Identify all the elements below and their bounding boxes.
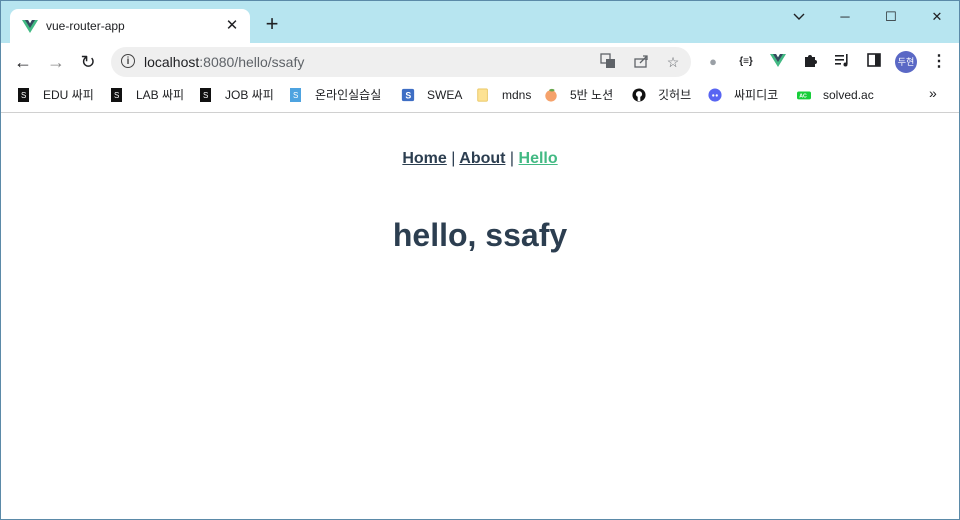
bookmark-label: SWEA [427, 88, 463, 102]
ssafy-icon: S [18, 87, 29, 102]
close-window-button[interactable]: ✕ [923, 7, 951, 27]
ssafy-blue-icon: S [290, 87, 301, 102]
bookmark-notion[interactable]: 5반 노션 [544, 85, 613, 105]
browser-toolbar: ← → ↻ i localhost:8080/hello/ssafy ☆ ● {… [1, 43, 959, 80]
bookmark-label: JOB 싸피 [225, 88, 274, 102]
address-bar[interactable]: i localhost:8080/hello/ssafy ☆ [111, 47, 691, 77]
nav-separator: | [451, 150, 456, 167]
bookmark-online-lab[interactable]: S 온라인실습실 [289, 85, 381, 105]
peach-icon [545, 88, 557, 102]
bookmark-star-icon[interactable]: ☆ [664, 53, 682, 71]
bookmark-mdns[interactable]: mdns [476, 85, 531, 105]
svg-text:S: S [114, 91, 119, 100]
json-viewer-icon[interactable]: {≡} [736, 52, 756, 72]
back-button[interactable]: ← [11, 50, 35, 74]
translate-icon[interactable] [599, 53, 617, 71]
menu-dots-icon[interactable]: ⋮ [929, 52, 949, 72]
bookmark-lab-ssafy[interactable]: S LAB 싸피 [110, 85, 184, 105]
maximize-button[interactable]: ☐ [877, 7, 905, 27]
bookmark-edu-ssafy[interactable]: S EDU 싸피 [17, 85, 94, 105]
reload-button[interactable]: ↻ [76, 50, 100, 74]
svg-text:S: S [405, 90, 411, 100]
tab-strip: vue-router-app ✕ + ─ ☐ ✕ [1, 1, 959, 43]
chevron-down-icon[interactable] [785, 7, 813, 27]
page-content: Home | About | Hello hello, ssafy [1, 113, 959, 519]
bookmarks-overflow-button[interactable]: » [929, 85, 937, 101]
bookmark-label: 온라인실습실 [315, 88, 382, 102]
router-nav: Home | About | Hello [1, 150, 959, 168]
bookmark-solved-ac[interactable]: AC solved.ac [797, 85, 874, 105]
svg-text:S: S [293, 91, 298, 100]
close-tab-icon[interactable]: ✕ [222, 16, 242, 36]
svg-text:S: S [21, 91, 26, 100]
solvedac-icon: AC [797, 91, 811, 99]
bookmark-label: solved.ac [823, 88, 874, 102]
bookmark-job-ssafy[interactable]: S JOB 싸피 [199, 85, 274, 105]
bookmark-swea[interactable]: S SWEA [401, 85, 462, 105]
vue-logo-icon [22, 20, 38, 33]
forward-button[interactable]: → [44, 50, 68, 74]
site-info-icon[interactable]: i [121, 54, 135, 68]
browser-window: vue-router-app ✕ + ─ ☐ ✕ ← → ↻ i localho… [0, 0, 960, 520]
bookmark-label: 깃허브 [658, 88, 692, 102]
extensions-puzzle-icon[interactable] [800, 52, 820, 72]
github-icon [632, 88, 646, 102]
bookmark-label: EDU 싸피 [43, 88, 94, 102]
bookmark-discord[interactable]: 싸피디코 [708, 85, 778, 105]
nav-link-about[interactable]: About [459, 150, 505, 167]
bookmark-label: LAB 싸피 [136, 88, 185, 102]
side-panel-icon[interactable] [864, 52, 884, 72]
extension-shield-icon[interactable]: ● [703, 52, 723, 72]
swea-icon: S [401, 88, 415, 101]
minimize-button[interactable]: ─ [831, 7, 859, 27]
url-host: localhost [144, 54, 200, 70]
bookmark-label: mdns [502, 88, 532, 102]
tab-title: vue-router-app [46, 19, 125, 33]
folder-icon [477, 88, 488, 102]
profile-avatar[interactable]: 두현 [895, 51, 917, 73]
nav-separator: | [509, 150, 515, 167]
page-heading: hello, ssafy [392, 217, 568, 253]
discord-icon [708, 88, 722, 102]
url-text[interactable]: localhost:8080/hello/ssafy [144, 54, 304, 70]
media-control-icon[interactable] [832, 52, 852, 72]
svg-text:S: S [203, 91, 208, 100]
bookmarks-bar: S EDU 싸피 S LAB 싸피 S JOB 싸피 S 온라인실습실 S SWEA md… [1, 80, 959, 113]
new-tab-button[interactable]: + [261, 13, 283, 36]
share-icon[interactable] [632, 53, 650, 71]
bookmark-label: 싸피디코 [734, 88, 779, 102]
nav-link-hello[interactable]: Hello [519, 150, 558, 167]
ssafy-icon: S [200, 87, 211, 102]
svg-text:AC: AC [799, 93, 807, 99]
tab-vue-router-app[interactable]: vue-router-app ✕ [10, 9, 250, 43]
ssafy-icon: S [111, 87, 122, 102]
bookmark-github[interactable]: 깃허브 [632, 85, 691, 105]
bookmark-label: 5반 노션 [570, 88, 614, 102]
url-path: :8080/hello/ssafy [199, 54, 305, 70]
vue-devtools-icon[interactable] [768, 52, 788, 72]
nav-link-home[interactable]: Home [402, 150, 446, 167]
